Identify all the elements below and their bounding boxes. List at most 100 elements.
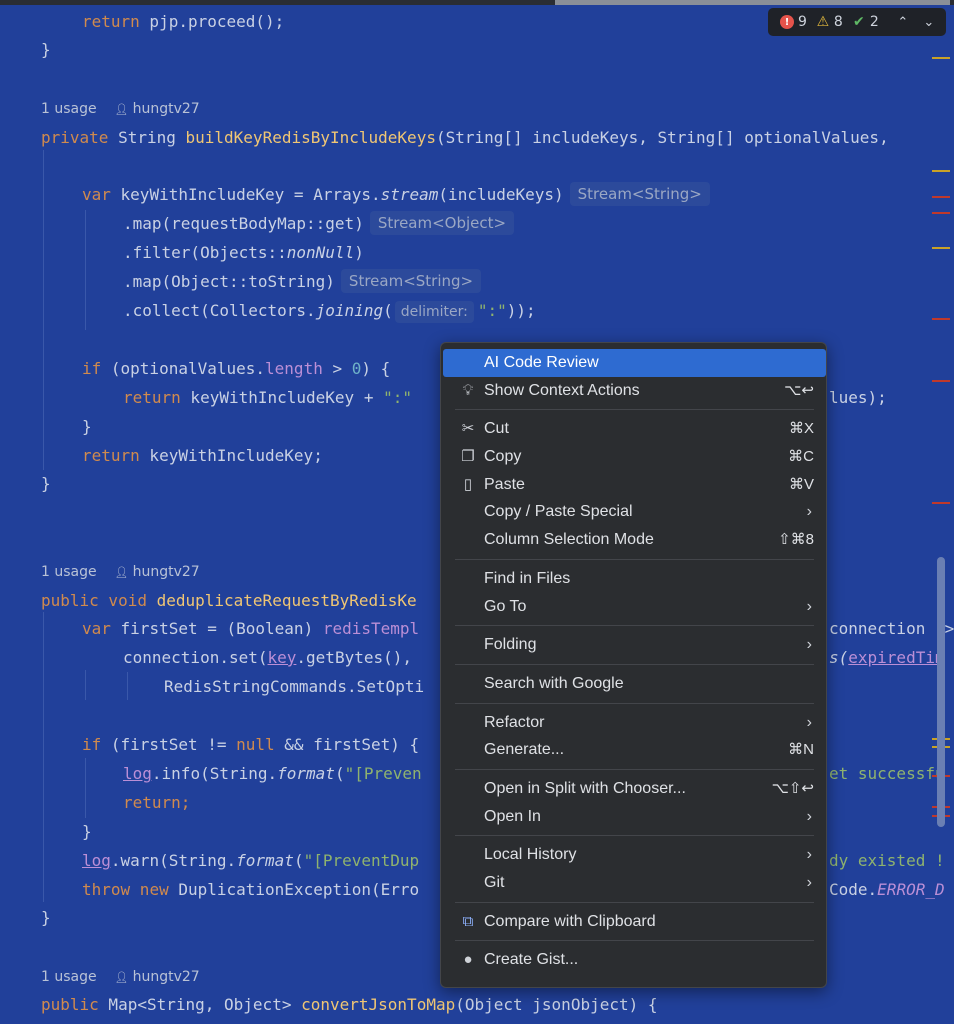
code-line-return-concat-tail: lues);: [829, 388, 887, 407]
field-name: log: [82, 851, 111, 870]
code-line-map-get[interactable]: .map(requestBodyMap::get) Stream<Object>: [123, 209, 515, 238]
menu-item-label: Show Context Actions: [484, 381, 640, 399]
menu-item-show-context-actions[interactable]: 💡︎ Show Context Actions ⌥↩: [443, 377, 826, 405]
code-line-throw[interactable]: throw new DuplicationException(Erro: [82, 875, 419, 904]
error-stripe-warning[interactable]: [932, 170, 950, 172]
code-line-brace[interactable]: }: [41, 903, 51, 932]
menu-item-column-selection-mode[interactable]: Column Selection Mode ⇧⌘8: [443, 526, 826, 554]
code-line-brace[interactable]: }: [82, 412, 92, 441]
code-line-collect[interactable]: .collect(Collectors.joining(delimiter: ":…: [123, 296, 536, 325]
author-hint[interactable]: 👤︎ hungtv27: [115, 969, 200, 985]
menu-item-search-with-google[interactable]: Search with Google: [443, 670, 826, 698]
code-line-brace[interactable]: }: [41, 35, 51, 64]
error-stripe-warning[interactable]: [932, 57, 950, 59]
code-line-setoption[interactable]: RedisStringCommands.SetOpti: [164, 672, 424, 701]
error-stripe-error[interactable]: [932, 318, 950, 320]
menu-item-label: Copy: [484, 448, 522, 466]
menu-item-label: Folding: [484, 636, 537, 654]
indent-guide: [43, 612, 44, 902]
code-text: (String[] includeKeys, String[] optional…: [435, 128, 899, 147]
code-text: (: [334, 764, 345, 783]
code-line-if-firstset[interactable]: if (firstSet != null && firstSet) {: [82, 730, 419, 759]
number-literal: 0: [351, 359, 362, 378]
error-stripe-warning[interactable]: [932, 247, 950, 249]
inspection-widget[interactable]: ! 9 ⚠ 8 ✔ 2 ⌃ ⌄: [768, 8, 946, 36]
error-stripe-error[interactable]: [932, 196, 950, 198]
code-line-signature-convert[interactable]: public Map<String, Object> convertJsonTo…: [41, 990, 658, 1019]
previous-problem-icon[interactable]: ⌃: [892, 15, 914, 30]
string-literal: "[PreventDup: [303, 851, 420, 870]
code-line-map-tostring[interactable]: .map(Object::toString) Stream<String>: [123, 267, 482, 296]
error-stripe-error[interactable]: [932, 502, 950, 504]
menu-separator: [455, 901, 814, 903]
menu-item-label: Open in Split with Chooser...: [484, 779, 686, 797]
menu-item-compare-with-clipboard[interactable]: ⧉ Compare with Clipboard: [443, 908, 826, 936]
code-line-return-proceed[interactable]: return pjp.proceed();: [82, 7, 284, 36]
menu-item-copy-paste-special[interactable]: Copy / Paste Special ›: [443, 498, 826, 526]
menu-item-go-to[interactable]: Go To ›: [443, 593, 826, 621]
menu-item-folding[interactable]: Folding ›: [443, 631, 826, 659]
menu-item-open-in[interactable]: Open In ›: [443, 803, 826, 831]
keyword: var: [82, 619, 111, 638]
indent-guide: [85, 670, 86, 700]
code-line-signature-build-key[interactable]: private String buildKeyRedisByIncludeKey…: [41, 123, 898, 152]
usage-hint[interactable]: 1 usage 👤︎ hungtv27: [41, 562, 200, 582]
code-line-log-warn[interactable]: log.warn(String.format("[PreventDup: [82, 846, 419, 875]
menu-item-create-gist[interactable]: ● Create Gist...: [443, 946, 826, 974]
usage-hint[interactable]: 1 usage 👤︎ hungtv27: [41, 967, 200, 987]
next-problem-icon[interactable]: ⌄: [918, 15, 940, 30]
code-line-return-concat[interactable]: return keyWithIncludeKey + ":": [123, 383, 412, 412]
code-line-firstset[interactable]: var firstSet = (Boolean) redisTempl: [82, 614, 419, 643]
code-line-if-length[interactable]: if (optionalValues.length > 0) {: [82, 354, 390, 383]
menu-item-shortcut: ⌘C: [788, 448, 814, 466]
menu-item-paste[interactable]: ▯ Paste ⌘V: [443, 471, 826, 499]
keyword: public: [41, 995, 99, 1014]
code-line-log-info[interactable]: log.info(String.format("[Preven: [123, 759, 422, 788]
menu-item-local-history[interactable]: Local History ›: [443, 841, 826, 869]
code-text: (: [293, 851, 304, 870]
menu-item-git[interactable]: Git ›: [443, 869, 826, 897]
code-line-brace[interactable]: }: [82, 817, 92, 846]
horizontal-scroll-thumb[interactable]: [555, 0, 950, 5]
editor-context-menu[interactable]: AI Code Review 💡︎ Show Context Actions ⌥↩ …: [440, 342, 827, 988]
method-name: convertJsonToMap: [301, 995, 456, 1014]
author-hint[interactable]: 👤︎ hungtv27: [115, 564, 200, 580]
usage-count[interactable]: 1 usage: [41, 101, 97, 117]
code-line-brace[interactable]: }: [41, 469, 51, 498]
weak-warnings-count[interactable]: ✔ 2: [852, 14, 879, 30]
author-hint[interactable]: 👤︎ hungtv27: [115, 101, 200, 117]
usage-count[interactable]: 1 usage: [41, 969, 97, 985]
static-method: nonNull: [286, 243, 355, 262]
menu-separator: [455, 940, 814, 942]
code-line-return-key[interactable]: return keyWithIncludeKey;: [82, 441, 323, 470]
warnings-count[interactable]: ⚠ 8: [816, 14, 843, 30]
menu-item-refactor[interactable]: Refactor ›: [443, 709, 826, 737]
code-line-filter[interactable]: .filter(Objects::nonNull): [123, 238, 364, 267]
indent-guide: [43, 150, 44, 470]
code-text: ): [354, 243, 364, 262]
errors-count[interactable]: ! 9: [780, 14, 807, 30]
double-check-icon: ✔: [852, 14, 865, 30]
warning-triangle-icon: ⚠: [816, 14, 830, 30]
compare-clipboard-icon: ⧉: [462, 912, 474, 930]
menu-item-copy[interactable]: ❐ Copy ⌘C: [443, 443, 826, 471]
static-method: joining: [315, 301, 384, 320]
code-line-var-key[interactable]: var keyWithIncludeKey = Arrays.stream(in…: [82, 180, 710, 209]
usage-hint[interactable]: 1 usage 👤︎ hungtv27: [41, 99, 200, 119]
error-stripe-error[interactable]: [932, 212, 950, 214]
usage-count[interactable]: 1 usage: [41, 564, 97, 580]
menu-item-find-in-files[interactable]: Find in Files: [443, 565, 826, 593]
menu-item-cut[interactable]: ✂ Cut ⌘X: [443, 415, 826, 443]
menu-separator: [455, 702, 814, 704]
code-line-connection-set[interactable]: connection.set(key.getBytes(),: [123, 643, 412, 672]
code-line-signature-dedup[interactable]: public void deduplicateRequestByRedisKe: [41, 586, 417, 615]
vertical-scroll-thumb[interactable]: [937, 557, 945, 827]
menu-item-ai-code-review[interactable]: AI Code Review: [443, 349, 826, 377]
menu-item-open-in-split[interactable]: Open in Split with Chooser... ⌥⇧↩: [443, 775, 826, 803]
menu-item-label: Search with Google: [484, 674, 624, 692]
code-text: Map<String, Object>: [98, 995, 302, 1014]
code-text: keyWithIncludeKey = Arrays.: [110, 185, 381, 204]
code-line-return[interactable]: return;: [123, 788, 190, 817]
error-stripe-error[interactable]: [932, 380, 950, 382]
menu-item-generate[interactable]: Generate... ⌘N: [443, 736, 826, 764]
